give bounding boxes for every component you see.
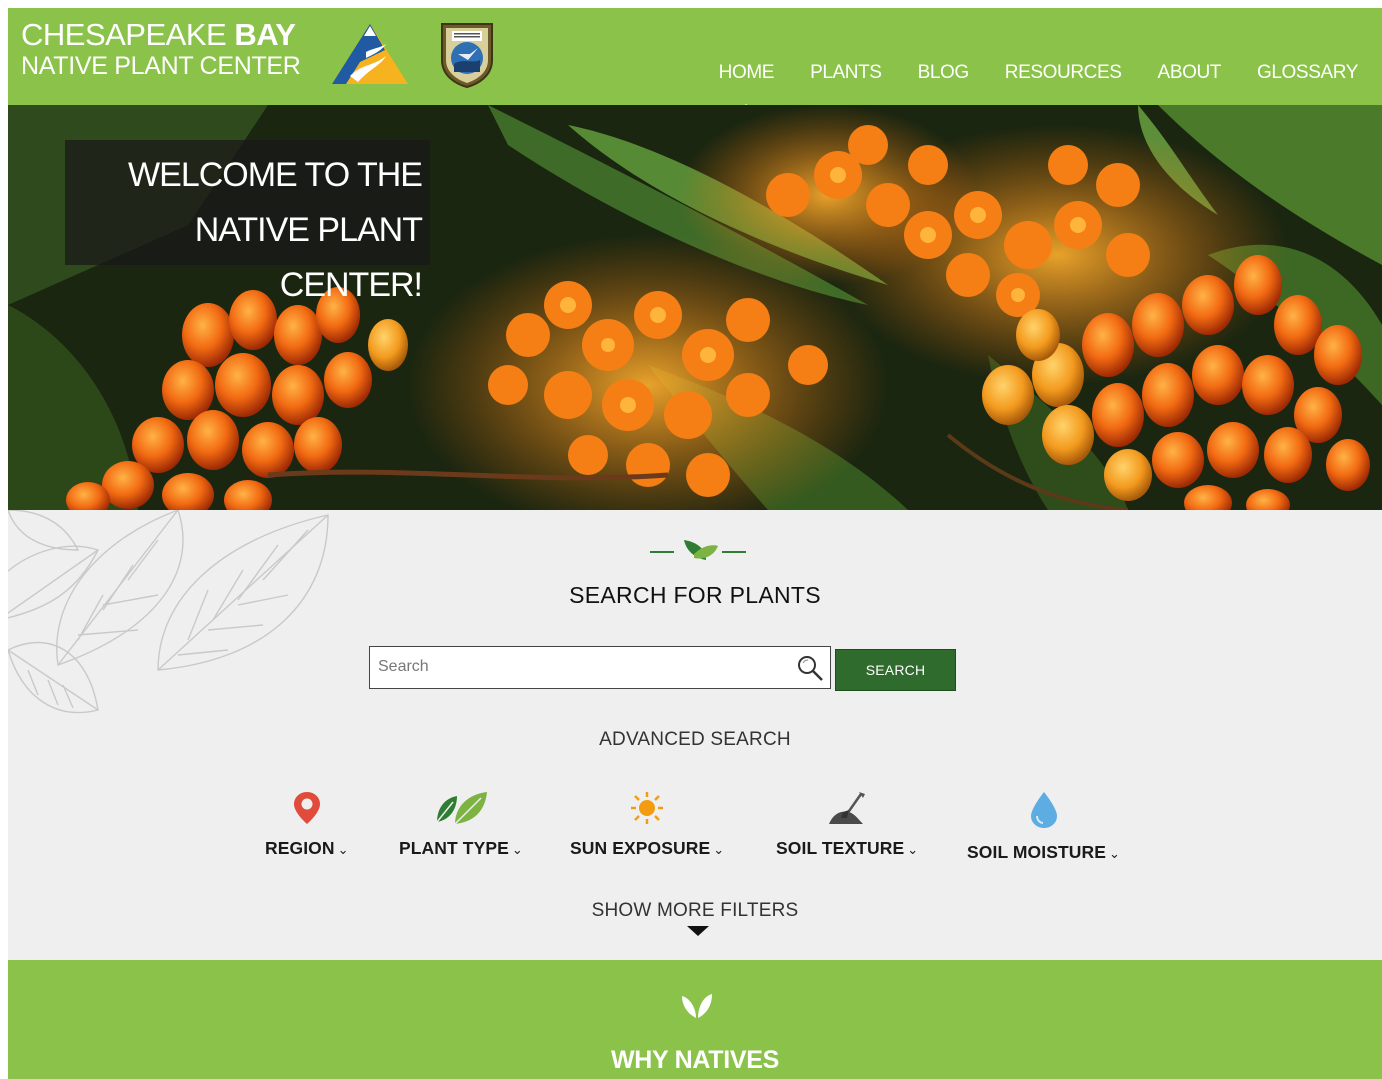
welcome-line-1: WELCOME TO THE	[128, 156, 423, 194]
filter-plant-type-text: PLANT TYPE	[399, 838, 509, 858]
chevron-down-icon: ⌄	[713, 842, 725, 857]
nav-home[interactable]: HOME	[701, 60, 792, 90]
advanced-search-link[interactable]: ADVANCED SEARCH	[8, 729, 1382, 751]
nav-glossary[interactable]: GLOSSARY	[1239, 60, 1376, 90]
mountain-logo-icon[interactable]	[330, 22, 410, 86]
chevron-down-icon: ⌄	[907, 842, 919, 857]
chevron-down-icon: ⌄	[337, 842, 349, 857]
brand-title: CHESAPEAKE BAY	[21, 18, 301, 52]
filter-soil-texture-label: SOIL TEXTURE ⌄	[776, 838, 918, 859]
filter-region[interactable]: REGION ⌄	[265, 790, 349, 859]
filter-region-text: REGION	[265, 838, 335, 858]
map-pin-icon	[293, 792, 320, 824]
sun-icon	[631, 792, 664, 824]
search-box	[369, 646, 831, 689]
welcome-banner: WELCOME TO THE NATIVE PLANT CENTER!	[65, 140, 430, 304]
hero-banner: WELCOME TO THE NATIVE PLANT CENTER!	[8, 105, 1382, 510]
water-drop-icon	[1030, 792, 1057, 828]
search-button[interactable]: SEARCH	[835, 649, 956, 691]
show-more-filters-link[interactable]: SHOW MORE FILTERS	[8, 900, 1382, 922]
brand-title-light: CHESAPEAKE	[21, 17, 227, 52]
why-natives-section: WHY NATIVES	[8, 960, 1382, 1079]
shovel-icon	[829, 792, 866, 824]
leaf-outline-decoration-icon	[8, 510, 329, 714]
search-icon[interactable]	[796, 654, 824, 682]
chevron-down-icon: ⌄	[511, 842, 523, 857]
fish-wildlife-service-logo-icon[interactable]	[438, 20, 496, 88]
filter-sun-exposure[interactable]: SUN EXPOSURE ⌄	[570, 790, 724, 859]
filter-soil-texture[interactable]: SOIL TEXTURE ⌄	[776, 790, 918, 859]
filter-region-label: REGION ⌄	[265, 838, 349, 859]
filter-plant-type-label: PLANT TYPE ⌄	[399, 838, 523, 859]
welcome-line-2: NATIVE PLANT CENTER!	[194, 211, 423, 304]
nav-plants[interactable]: PLANTS	[792, 60, 900, 90]
filter-sun-exposure-text: SUN EXPOSURE	[570, 838, 711, 858]
nav-blog[interactable]: BLOG	[900, 60, 987, 90]
site-logo-text[interactable]: CHESAPEAKE BAY NATIVE PLANT CENTER	[21, 18, 301, 81]
sprout-divider-icon	[650, 540, 746, 560]
filter-plant-type[interactable]: PLANT TYPE ⌄	[399, 790, 523, 859]
nav-resources[interactable]: RESOURCES	[987, 60, 1140, 90]
leaves-icon	[436, 792, 487, 825]
search-input[interactable]	[370, 647, 770, 687]
brand-title-bold: BAY	[234, 17, 296, 52]
site-header: CHESAPEAKE BAY NATIVE PLANT CENTER HOME …	[8, 8, 1382, 105]
filter-soil-moisture[interactable]: SOIL MOISTURE ⌄	[967, 790, 1120, 863]
nav-about[interactable]: ABOUT	[1140, 60, 1239, 90]
filter-soil-texture-text: SOIL TEXTURE	[776, 838, 905, 858]
search-section: SEARCH FOR PLANTS SEARCH ADVANCED SEARCH…	[8, 510, 1382, 960]
caret-down-icon[interactable]	[687, 926, 709, 936]
brand-subtitle: NATIVE PLANT CENTER	[21, 52, 301, 80]
filter-soil-moisture-label: SOIL MOISTURE ⌄	[967, 842, 1120, 863]
search-title: SEARCH FOR PLANTS	[569, 582, 821, 608]
main-nav: HOME PLANTS BLOG RESOURCES ABOUT GLOSSAR…	[701, 60, 1376, 90]
sprout-icon	[682, 994, 712, 1018]
why-natives-title: WHY NATIVES	[610, 1046, 779, 1074]
filter-soil-moisture-text: SOIL MOISTURE	[967, 842, 1107, 862]
filter-sun-exposure-label: SUN EXPOSURE ⌄	[570, 838, 724, 859]
chevron-down-icon: ⌄	[1109, 846, 1121, 861]
